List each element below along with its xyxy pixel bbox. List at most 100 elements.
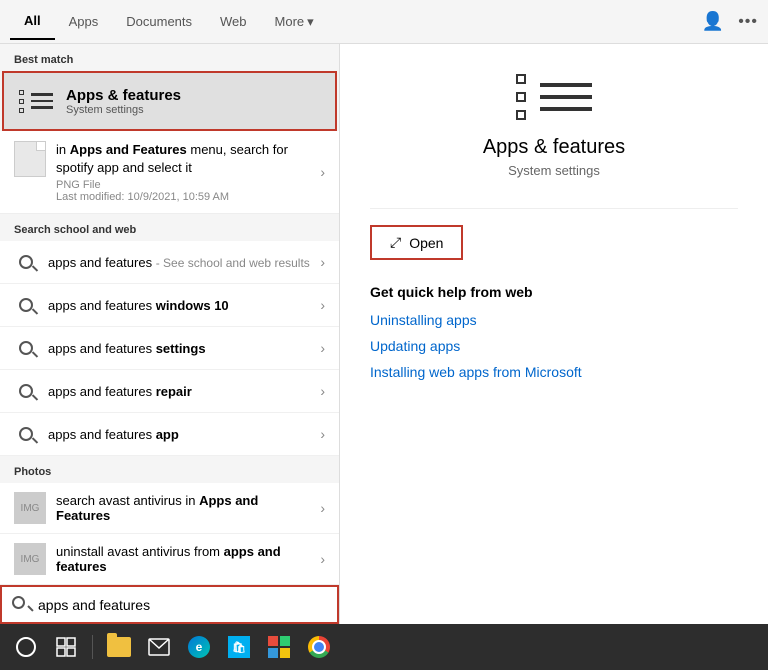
search-item-0[interactable]: apps and features - See school and web r… [0, 241, 339, 284]
search-icon-2 [14, 336, 38, 360]
taskbar-tiles[interactable] [261, 629, 297, 665]
search-loupe [19, 341, 33, 355]
chevron-right-icon: › [320, 500, 325, 516]
chevron-right-icon: › [320, 426, 325, 442]
tab-more[interactable]: More ▾ [261, 4, 328, 40]
photo-item-1[interactable]: IMG uninstall avast antivirus from apps … [0, 534, 339, 585]
doc-result-item[interactable]: in Apps and Features menu, search for sp… [0, 131, 339, 214]
big-icon-dots [516, 74, 534, 120]
icon-dot-2 [19, 99, 24, 104]
photo-img-0: IMG [21, 503, 40, 514]
best-match-subtitle: System settings [66, 104, 181, 116]
start-button[interactable] [8, 629, 44, 665]
chevron-right-icon: › [320, 551, 325, 567]
icon-line-1 [31, 93, 53, 96]
apps-features-icon [18, 83, 54, 119]
help-link-1[interactable]: Updating apps [370, 338, 738, 354]
tile-blue [268, 648, 278, 658]
search-bold-3: repair [156, 384, 192, 399]
open-label: Open [409, 235, 443, 251]
big-dot-1 [516, 74, 526, 84]
photo-thumb-0: IMG [14, 492, 46, 524]
search-icon-4 [14, 422, 38, 446]
tab-documents[interactable]: Documents [112, 4, 206, 39]
search-handle [27, 605, 33, 611]
task-view-button[interactable] [48, 629, 84, 665]
icon-line-3 [31, 106, 53, 109]
search-suffix-0: - See school and web results [156, 256, 310, 270]
chevron-right-icon: › [320, 383, 325, 399]
doc-text: in Apps and Features menu, search for sp… [56, 141, 314, 203]
open-button[interactable]: ⤢ Open [370, 225, 463, 260]
search-item-1[interactable]: apps and features windows 10 › [0, 284, 339, 327]
icon-line-2 [31, 100, 53, 103]
icon-dot-1 [19, 90, 24, 95]
search-item-2[interactable]: apps and features settings › [0, 327, 339, 370]
big-dot-2 [516, 92, 526, 102]
nav-right-icons: 👤 ••• [702, 11, 758, 32]
search-icon-3 [14, 379, 38, 403]
doc-type: PNG File [56, 179, 314, 191]
taskbar-store[interactable]: 🛍 [221, 629, 257, 665]
taskbar-file-explorer[interactable] [101, 629, 137, 665]
tile-red [268, 636, 278, 646]
ellipsis-icon[interactable]: ••• [738, 13, 758, 31]
tile-yellow [280, 648, 290, 658]
taskbar-mail[interactable] [141, 629, 177, 665]
quick-help-title: Get quick help from web [370, 284, 738, 300]
search-item-text-4: apps and features app [48, 427, 314, 442]
left-panel: Best match Apps & features [0, 44, 340, 624]
tab-web[interactable]: Web [206, 4, 261, 39]
app-subtitle: System settings [370, 163, 738, 178]
search-item-text-0: apps and features - See school and web r… [48, 255, 314, 270]
top-nav: All Apps Documents Web More ▾ 👤 ••• [0, 0, 768, 44]
photo-item-0[interactable]: IMG search avast antivirus in Apps and F… [0, 483, 339, 534]
big-icon-lines [540, 83, 592, 111]
tab-apps[interactable]: Apps [55, 4, 113, 39]
chevron-right-icon: › [320, 254, 325, 270]
help-link-2[interactable]: Installing web apps from Microsoft [370, 364, 738, 380]
photo-thumb-1: IMG [14, 543, 46, 575]
doc-title: in Apps and Features menu, search for sp… [56, 141, 314, 177]
chevron-right-icon: › [320, 340, 325, 356]
open-icon: ⤢ [390, 234, 401, 251]
taskbar: e 🛍 [0, 624, 768, 670]
search-icon-1 [14, 293, 38, 317]
search-circle [12, 596, 25, 609]
user-icon[interactable]: 👤 [702, 11, 724, 32]
search-item-4[interactable]: apps and features app › [0, 413, 339, 456]
big-icon-wrap [370, 74, 738, 120]
doc-bold: Apps and Features [70, 142, 187, 157]
photos-label: Photos [0, 456, 339, 483]
search-bar [0, 585, 339, 624]
nav-tabs: All Apps Documents Web More ▾ [10, 3, 702, 40]
big-line-1 [540, 83, 592, 87]
tab-all[interactable]: All [10, 3, 55, 40]
search-item-text-3: apps and features repair [48, 384, 314, 399]
taskbar-edge[interactable]: e [181, 629, 217, 665]
search-loupe [19, 427, 33, 441]
search-bold-1: windows 10 [156, 298, 229, 313]
taskbar-separator [92, 635, 93, 659]
doc-date: Last modified: 10/9/2021, 10:59 AM [56, 191, 314, 203]
photo-bold-0: Apps and Features [56, 493, 258, 523]
chevron-down-icon: ▾ [307, 14, 314, 30]
chevron-right-icon: › [320, 164, 325, 180]
search-bold-2: settings [156, 341, 206, 356]
best-match-title: Apps & features [66, 87, 181, 104]
big-line-3 [540, 107, 592, 111]
search-loupe [19, 255, 33, 269]
folder-icon [107, 637, 131, 657]
taskbar-chrome[interactable] [301, 629, 337, 665]
edge-icon: e [188, 636, 210, 658]
photo-img-1: IMG [21, 554, 40, 565]
search-school-label: Search school and web [0, 214, 339, 241]
search-item-text-2: apps and features settings [48, 341, 314, 356]
search-item-3[interactable]: apps and features repair › [0, 370, 339, 413]
help-link-0[interactable]: Uninstalling apps [370, 312, 738, 328]
photo-bold-1: apps and features [56, 544, 281, 574]
big-line-2 [540, 95, 592, 99]
search-bold-4: app [156, 427, 179, 442]
best-match-item[interactable]: Apps & features System settings [2, 71, 337, 131]
search-input[interactable] [38, 597, 327, 613]
